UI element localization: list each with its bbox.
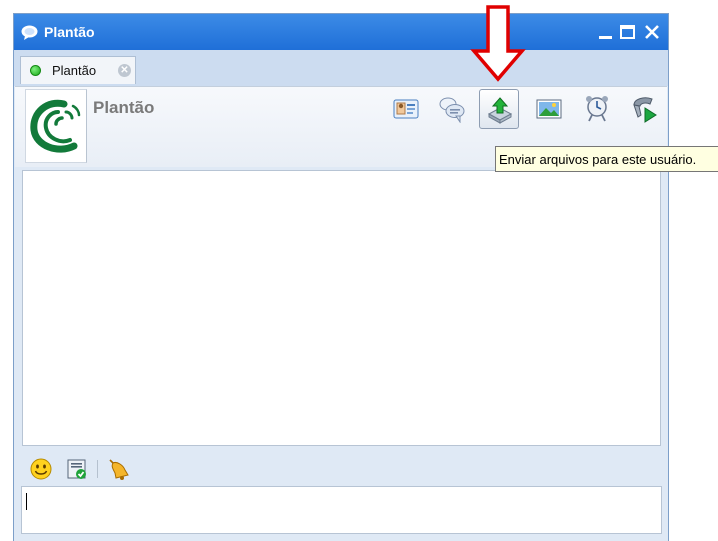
- avatar: [25, 89, 87, 163]
- contact-card-icon: [393, 99, 419, 119]
- maximize-button[interactable]: [618, 22, 638, 42]
- contact-info-button[interactable]: [386, 89, 426, 129]
- alarm-clock-icon: [586, 96, 608, 122]
- toolbar-separator: [97, 460, 98, 478]
- alarm-button[interactable]: [577, 89, 617, 129]
- title-bar[interactable]: Plantão: [14, 14, 668, 50]
- send-file-icon: [487, 97, 513, 124]
- voice-call-button[interactable]: [624, 89, 664, 129]
- checklist-button[interactable]: [65, 457, 89, 481]
- annotation-arrow-icon: [470, 5, 526, 82]
- tab-close-icon[interactable]: ✕: [118, 64, 131, 77]
- minimize-button[interactable]: [596, 22, 616, 42]
- tab-strip: Plantão ✕: [14, 50, 668, 86]
- close-button[interactable]: [642, 22, 662, 42]
- send-file-button[interactable]: [479, 89, 519, 129]
- contact-name: Plantão: [93, 98, 155, 117]
- nudge-button[interactable]: [107, 457, 131, 481]
- chat-bubble-icon: [21, 25, 38, 40]
- minimize-icon: [599, 36, 612, 39]
- tab-label: Plantão: [52, 63, 97, 78]
- chat-window: Plantão Plantão ✕ Plantão: [13, 13, 669, 541]
- window-title: Plantão: [44, 24, 95, 40]
- close-icon: [645, 25, 659, 39]
- message-input[interactable]: [21, 486, 662, 534]
- voice-call-icon: [633, 97, 657, 123]
- group-chat-button[interactable]: [432, 89, 472, 129]
- text-caret: [26, 493, 27, 510]
- image-icon: [536, 99, 562, 119]
- contact-logo-icon: [30, 99, 81, 153]
- input-toolbar: [14, 452, 668, 484]
- send-file-tooltip: Enviar arquivos para este usuário.: [495, 146, 718, 172]
- send-image-button[interactable]: [529, 89, 569, 129]
- checklist-icon: [67, 459, 86, 479]
- tab-plantao[interactable]: Plantão ✕: [20, 56, 136, 84]
- maximize-icon: [620, 25, 635, 39]
- message-history[interactable]: [22, 170, 661, 446]
- emoticon-icon: [30, 458, 52, 480]
- chat-bubbles-icon: [439, 97, 465, 123]
- emoticon-button[interactable]: [29, 457, 53, 481]
- bell-icon: [109, 459, 129, 480]
- online-status-icon: [30, 65, 41, 76]
